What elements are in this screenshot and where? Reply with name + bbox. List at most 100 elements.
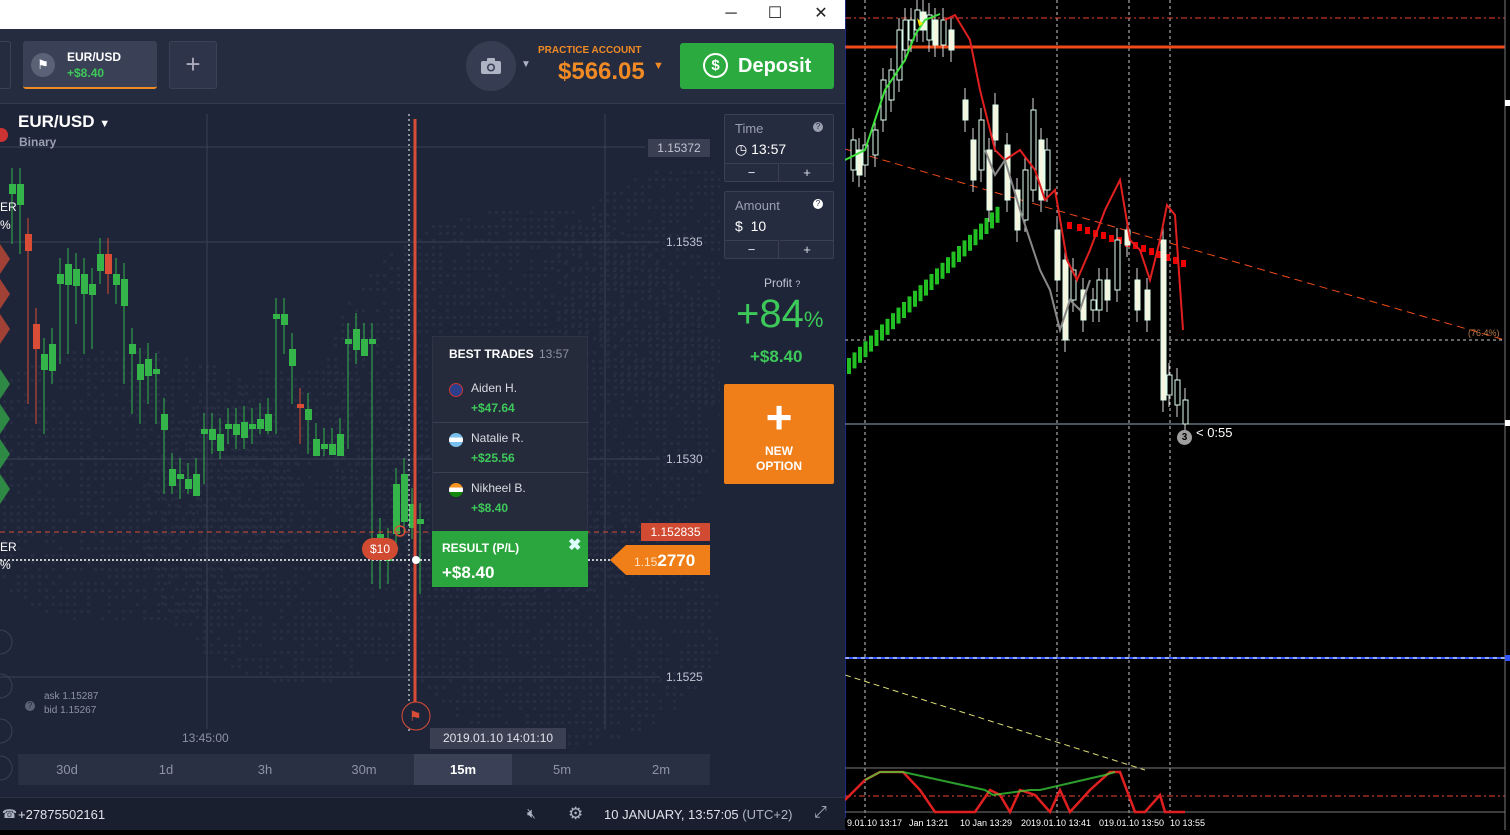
gear-icon[interactable]: ⚙ (568, 804, 583, 824)
candle-body (257, 419, 264, 429)
mt-candle-body (1145, 290, 1150, 320)
best-trades-panel: BEST TRADES 13:57 Aiden H. +$47.64 Natal… (432, 336, 588, 532)
camera-dropdown-icon[interactable]: ▼ (521, 59, 531, 70)
candle-body (361, 339, 368, 356)
candle-body (97, 254, 104, 271)
time-plus-button[interactable]: + (780, 163, 834, 182)
previous-asset-tab[interactable] (0, 41, 11, 89)
candle-body (41, 354, 48, 370)
time-axis-label: 10 Jan 13:29 (958, 818, 1014, 829)
mt-candle-body (1115, 240, 1120, 290)
result-popup: RESULT (P/L) +$8.40 ✖ (432, 531, 588, 587)
metatrader-chart[interactable] (845, 0, 1510, 830)
maximize-button[interactable]: ☐ (760, 3, 790, 25)
mt-candle-body (1175, 380, 1180, 405)
help-icon[interactable]: ? (813, 199, 823, 209)
candle-body (337, 434, 344, 456)
timeframe-30m[interactable]: 30m (315, 754, 413, 785)
help-icon[interactable]: ? (795, 279, 800, 289)
time-axis-label: 9.01.10 13:17 (845, 818, 904, 829)
candle-body (25, 234, 32, 251)
server-datetime: 10 JANUARY, 13:57:05 (UTC+2) (604, 807, 793, 822)
step-bar (858, 347, 862, 363)
timeframe-5m[interactable]: 5m (513, 754, 611, 785)
price-chart[interactable]: ⚑ (0, 104, 720, 794)
mt-candle-body (1031, 110, 1036, 190)
step-bar (1101, 232, 1106, 239)
amount-minus-button[interactable]: − (725, 240, 779, 259)
candle-body (89, 284, 96, 295)
candle-body (9, 184, 16, 194)
amount-plus-button[interactable]: + (780, 240, 834, 259)
step-bar (908, 296, 912, 312)
amount-input[interactable]: $ 10 (735, 218, 766, 234)
deposit-button[interactable]: $ Deposit (680, 43, 834, 89)
time-label: Time (735, 121, 763, 136)
candle-body (249, 424, 256, 429)
fibonacci-label: (76.4%) (1468, 328, 1500, 338)
account-balance[interactable]: $566.05 (558, 58, 645, 86)
trade-panel: Time ? ◷ 13:57 − + Amount ? $ 10 − + Pro… (720, 104, 845, 794)
timeframe-1d[interactable]: 1d (117, 754, 215, 785)
asset-tab-eurusd[interactable]: ⚑ EUR/USD +$8.40 (23, 41, 157, 89)
metatrader-chart-window[interactable]: 3 < 0:55 (76.4%) 9.01.10 13:17 Jan 13:21… (845, 0, 1510, 830)
side-label-top-pct: % (0, 218, 11, 232)
uk-flag-icon (449, 383, 463, 397)
timeframe-30d[interactable]: 30d (18, 754, 116, 785)
step-bar (891, 313, 895, 329)
profit-percent-value: +84 (736, 292, 804, 336)
step-bar (1067, 222, 1072, 229)
timeframe-2m[interactable]: 2m (612, 754, 710, 785)
bet-badge[interactable]: $10 (362, 538, 398, 560)
candle-body (145, 359, 152, 376)
time-value[interactable]: ◷ 13:57 (735, 141, 786, 158)
timeframe-bar: 30d 1d 3h 30m 15m 5m 2m (18, 754, 710, 785)
support-phone[interactable]: +27875502161 (18, 807, 105, 822)
entry-price-tag: 1.152835 (641, 523, 710, 541)
mt-candle-body (1045, 150, 1050, 190)
step-bar (979, 224, 983, 240)
step-bar (990, 212, 994, 228)
time-minus-button[interactable]: − (725, 163, 779, 182)
timeframe-3h[interactable]: 3h (216, 754, 314, 785)
asset-selector[interactable]: EUR/USD ▼ (18, 112, 110, 132)
mt-candle-body (1063, 260, 1068, 340)
minimize-button[interactable]: ─ (716, 3, 746, 25)
price-prefix: 1.15 (634, 555, 657, 569)
trader-profit: +$25.56 (471, 451, 515, 465)
crosshair-date: 2019.01.10 14:01:10 (430, 728, 566, 749)
amount-value: 10 (751, 218, 767, 234)
trader-profit: +$8.40 (471, 501, 508, 515)
account-dropdown-icon[interactable]: ▼ (653, 60, 664, 72)
phone-icon: ☎ (2, 807, 17, 821)
candle-body (265, 414, 272, 431)
add-asset-button[interactable]: + (169, 41, 217, 89)
trader-name: Nikheel B. (471, 481, 526, 495)
camera-icon[interactable] (466, 41, 516, 91)
step-bar (1077, 224, 1082, 231)
step-bar (963, 240, 967, 256)
help-icon[interactable]: ? (25, 701, 35, 711)
fullscreen-icon[interactable]: ⤢ (814, 804, 827, 822)
new-option-button[interactable]: + NEWOPTION (724, 384, 834, 484)
help-icon[interactable]: ? (813, 122, 823, 132)
current-position-dot (412, 556, 420, 564)
deposit-label: Deposit (738, 55, 811, 78)
top-bar: ⚑ EUR/USD +$8.40 + ▼ PRACTICE ACCOUNT $5… (0, 29, 845, 104)
step-bar (897, 308, 901, 324)
plus-icon: + (759, 394, 799, 440)
best-trade-row: Nikheel B. +$8.40 (433, 473, 589, 523)
timeframe-15m[interactable]: 15m (414, 754, 512, 785)
price-level: 1.1525 (666, 670, 703, 684)
step-bar (974, 229, 978, 245)
step-bar (968, 235, 972, 251)
new-option-label: NEWOPTION (724, 444, 834, 474)
close-icon[interactable]: ✖ (568, 535, 581, 555)
mt-candle-body (903, 20, 908, 50)
close-button[interactable]: ✕ (806, 3, 836, 25)
timer-badge: 3 (1177, 430, 1192, 445)
step-bar (1181, 260, 1186, 267)
step-bar (886, 319, 890, 335)
mt-candle-body (1161, 240, 1166, 400)
mute-icon[interactable]: 🔇︎ (527, 805, 536, 822)
